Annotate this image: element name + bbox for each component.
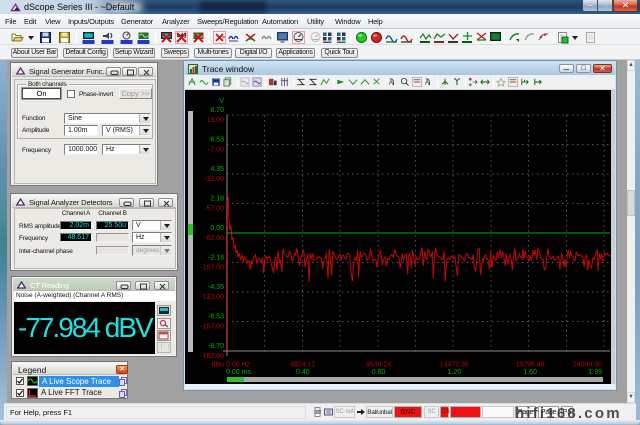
svg-text:V: V	[219, 98, 224, 105]
svg-text:A: A	[389, 79, 394, 86]
svg-text:0.80: 0.80	[372, 369, 386, 376]
svg-text:-182.00: -182.00	[200, 353, 224, 360]
svg-text:8.70: 8.70	[210, 107, 224, 114]
svg-text:-6.53: -6.53	[208, 314, 224, 321]
svg-text:-82.00: -82.00	[204, 235, 224, 242]
svg-text:0.00 Hz: 0.00 Hz	[226, 362, 251, 369]
svg-text:A: A	[425, 79, 430, 86]
svg-text:1.20: 1.20	[447, 369, 461, 376]
svg-text:4.35: 4.35	[210, 166, 224, 173]
svg-text:-7.00: -7.00	[208, 147, 224, 154]
svg-text:14472.36: 14472.36	[440, 362, 469, 369]
svg-text:-2.18: -2.18	[208, 255, 224, 262]
svg-text:24000.00: 24000.00	[573, 362, 602, 369]
svg-text:-157.00: -157.00	[200, 324, 224, 331]
svg-text:-32.00: -32.00	[204, 176, 224, 183]
svg-text:0.00 ms: 0.00 ms	[226, 369, 251, 376]
svg-text:1.99: 1.99	[588, 369, 602, 376]
svg-text:-132.00: -132.00	[200, 294, 224, 301]
svg-text:-57.00: -57.00	[204, 206, 224, 213]
svg-text:6.53: 6.53	[210, 137, 224, 144]
svg-text:-4.35: -4.35	[208, 284, 224, 291]
svg-text:2.18: 2.18	[210, 196, 224, 203]
svg-text:1.60: 1.60	[523, 369, 537, 376]
svg-text:0.40: 0.40	[296, 369, 310, 376]
svg-text:9648.24: 9648.24	[366, 362, 391, 369]
svg-text:0.00: 0.00	[210, 225, 224, 232]
svg-text:18.00: 18.00	[206, 117, 224, 124]
svg-text:-107.00: -107.00	[200, 265, 224, 272]
svg-text:-8.70: -8.70	[208, 343, 224, 350]
svg-text:4824.12: 4824.12	[290, 362, 315, 369]
svg-text:dBu: dBu	[212, 362, 225, 369]
svg-text:19296.48: 19296.48	[515, 362, 544, 369]
